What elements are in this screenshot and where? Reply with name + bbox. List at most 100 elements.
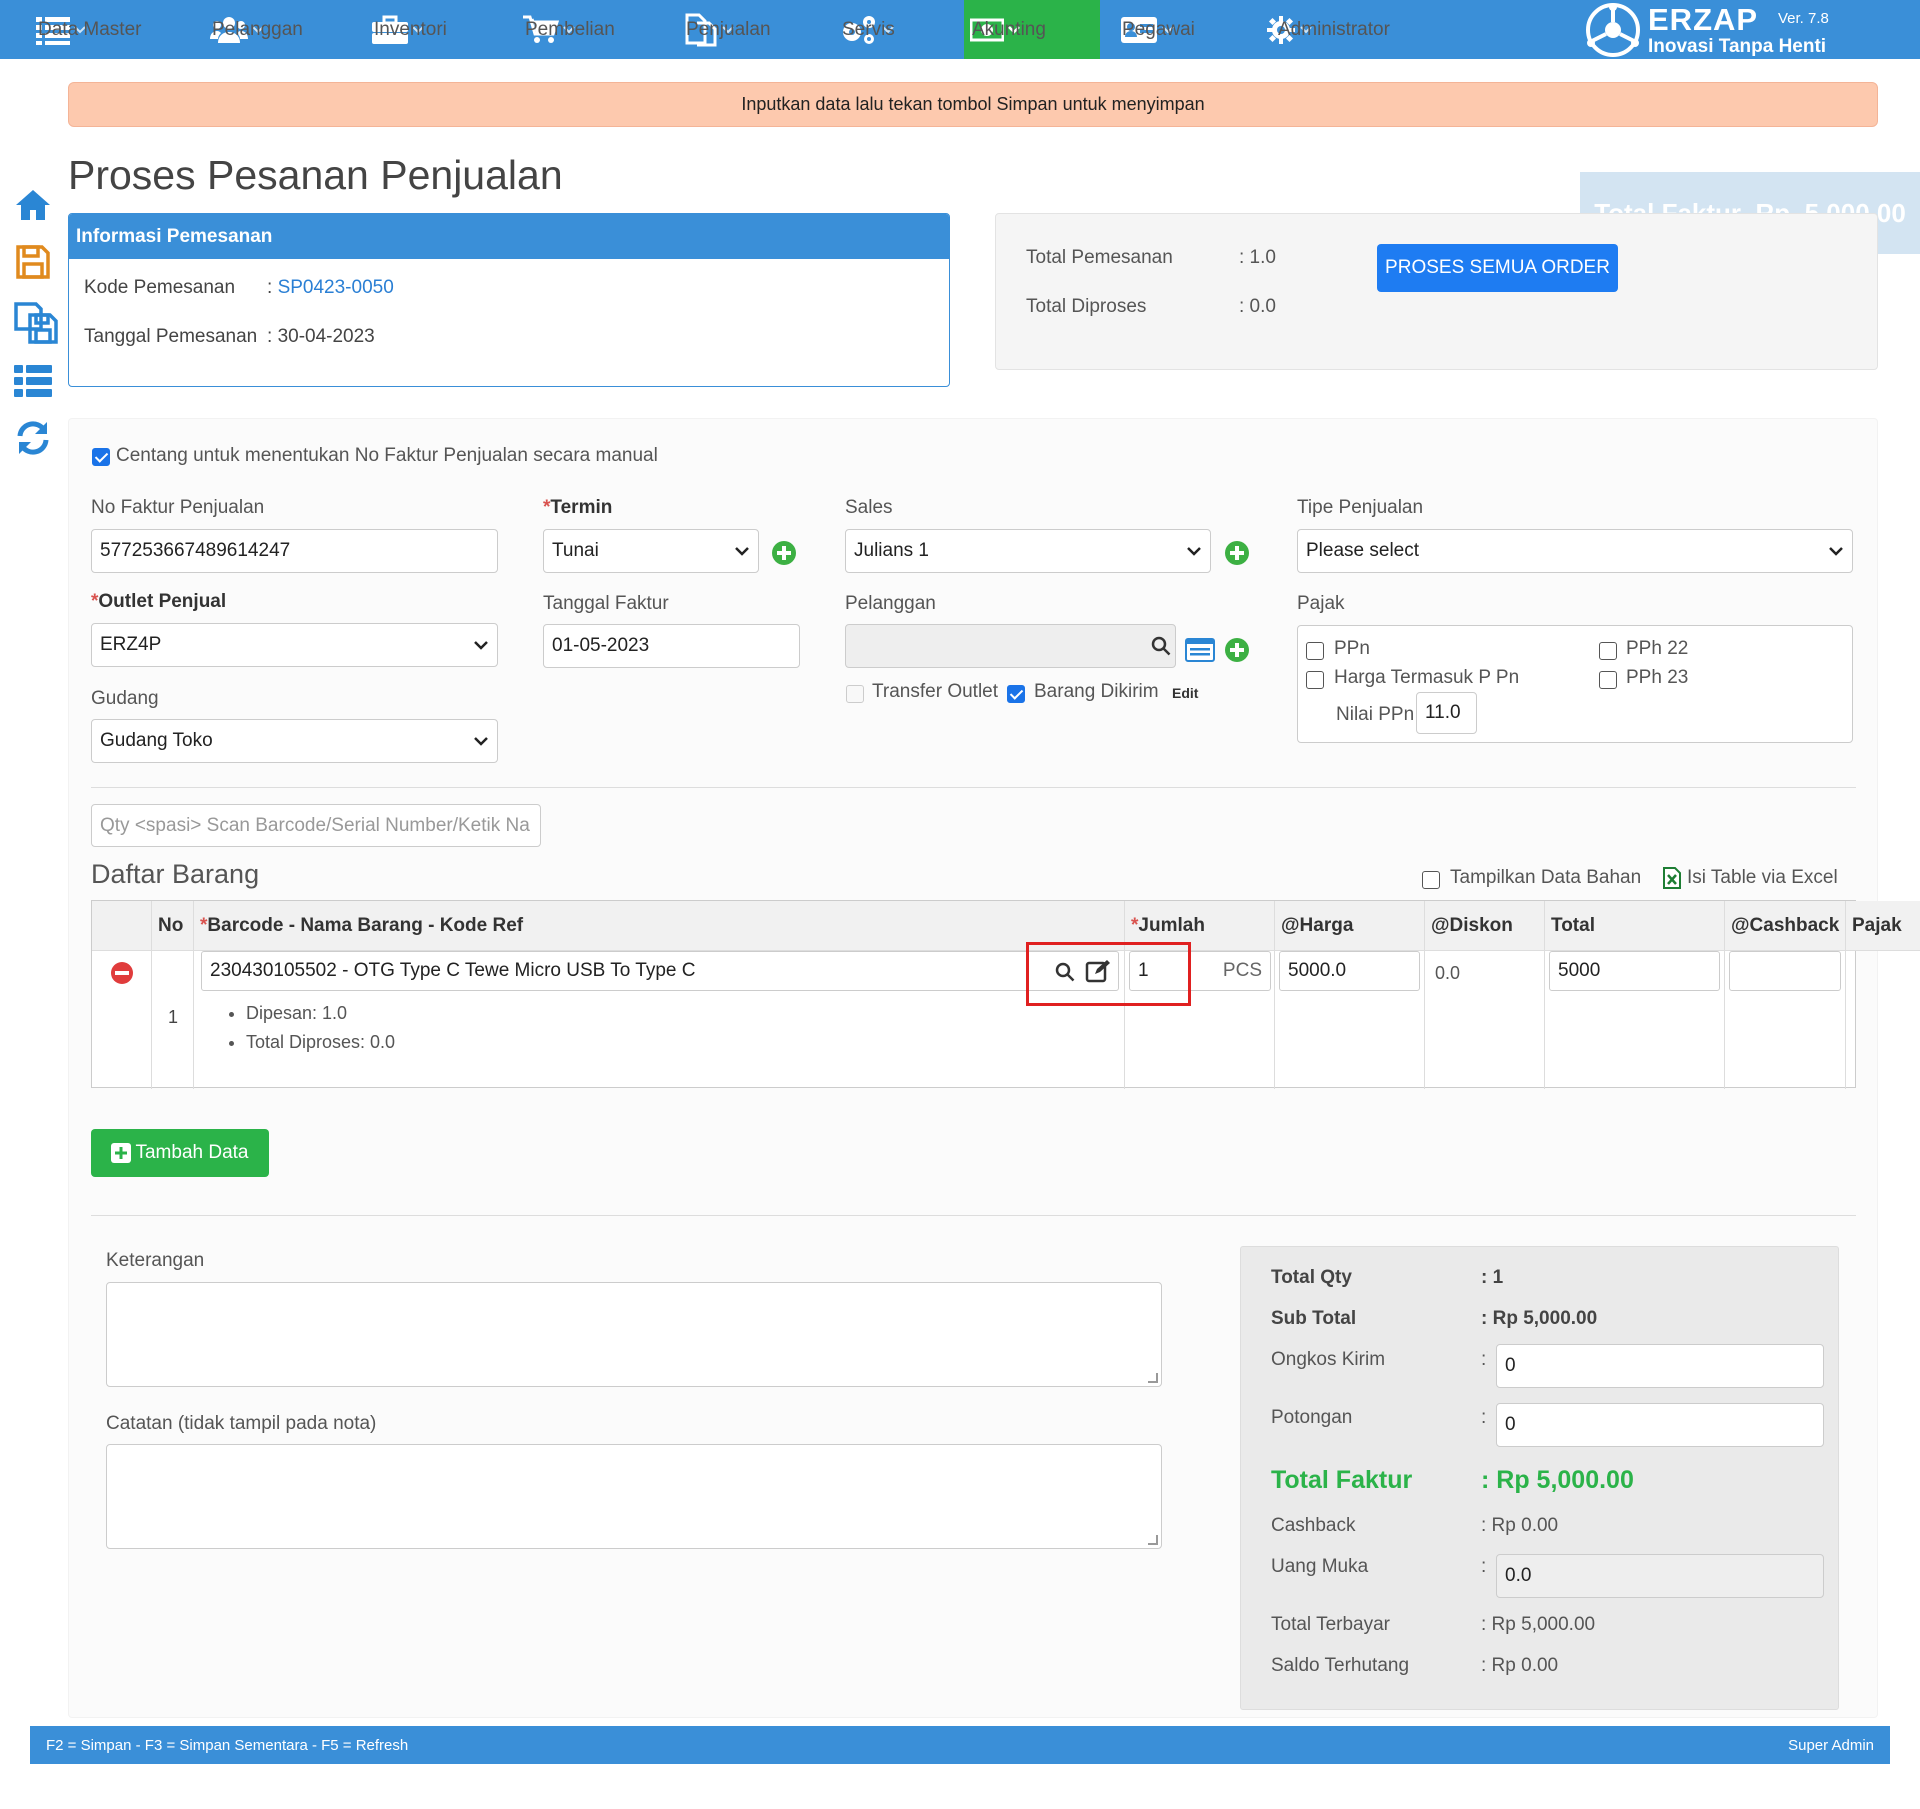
nav-label: Pembelian — [525, 18, 615, 40]
divider — [91, 787, 1856, 788]
nav-pelanggan[interactable]: Pelanggan — [210, 0, 303, 59]
daftar-barang-title: Daftar Barang — [91, 859, 260, 889]
scan-barcode-input[interactable]: Qty <spasi> Scan Barcode/Serial Number/K… — [91, 804, 541, 847]
nav-servis[interactable]: Servis — [840, 0, 895, 59]
sub-total-label: Sub Total — [1271, 1308, 1357, 1329]
tambah-data-label: Tambah Data — [135, 1142, 249, 1163]
customer-list-icon[interactable] — [1185, 638, 1215, 662]
save-icon[interactable] — [14, 243, 52, 281]
nav-data-master[interactable]: Data Master — [36, 0, 141, 59]
gudang-select[interactable]: Gudang Toko — [91, 719, 498, 763]
dipesan-item: Dipesan: 1.0 — [246, 999, 395, 1028]
col-divider — [1424, 901, 1425, 1089]
barang-dikirim-label: Barang Dikirim — [1034, 681, 1159, 702]
home-icon[interactable] — [14, 186, 52, 224]
tambah-data-button[interactable]: Tambah Data — [91, 1129, 269, 1177]
termin-select[interactable]: Tunai — [543, 529, 759, 573]
refresh-icon[interactable] — [14, 419, 52, 457]
pelanggan-input[interactable] — [845, 624, 1176, 668]
tipe-penjualan-value: Please select — [1306, 540, 1420, 561]
pph23-label: PPh 23 — [1626, 667, 1689, 688]
ongkos-kirim-input[interactable]: 0 — [1496, 1344, 1824, 1388]
tanggal-faktur-label: Tanggal Faktur — [543, 593, 669, 614]
remove-row-icon[interactable] — [110, 961, 134, 985]
save-draft-icon[interactable] — [14, 302, 60, 344]
nav-administrator[interactable]: Administrator — [1266, 0, 1390, 59]
keterangan-textarea[interactable] — [106, 1282, 1162, 1387]
total-diproses-value: : 0.0 — [1239, 296, 1276, 317]
col-divider — [151, 901, 152, 1089]
col-total: Total — [1545, 901, 1725, 951]
total-pemesanan-label: Total Pemesanan — [1026, 247, 1173, 268]
harga-termasuk-ppn-checkbox[interactable] — [1306, 671, 1324, 689]
uang-muka-label: Uang Muka — [1271, 1556, 1369, 1577]
potongan-input[interactable]: 0 — [1496, 1403, 1824, 1447]
footer-bar: F2 = Simpan - F3 = Simpan Sementara - F5… — [30, 1726, 1890, 1764]
transfer-outlet-checkbox[interactable] — [846, 685, 864, 703]
total-diproses-label: Total Diproses — [1026, 296, 1147, 317]
manual-faktur-checkbox[interactable] — [92, 448, 110, 466]
gudang-label: Gudang — [91, 688, 159, 709]
excel-icon[interactable] — [1662, 867, 1682, 889]
harga-input[interactable]: 5000.0 — [1279, 951, 1420, 991]
cashback-input[interactable] — [1729, 951, 1841, 991]
info-alert: Inputkan data lalu tekan tombol Simpan u… — [68, 82, 1878, 127]
total-qty-label: Total Qty — [1271, 1267, 1352, 1288]
nav-pegawai[interactable]: Pegawai — [1120, 0, 1195, 59]
nav-penjualan[interactable]: Penjualan — [684, 0, 771, 59]
pph22-checkbox[interactable] — [1599, 642, 1617, 660]
sales-select[interactable]: Julians 1 — [845, 529, 1211, 573]
tanggal-faktur-input[interactable]: 01-05-2023 — [543, 624, 800, 668]
highlight-box — [1026, 942, 1191, 1006]
tampilkan-bahan-checkbox[interactable] — [1422, 871, 1440, 889]
ppn-label: PPn — [1334, 638, 1370, 659]
tipe-penjualan-label: Tipe Penjualan — [1297, 497, 1424, 518]
add-termin-icon[interactable] — [771, 540, 797, 566]
col-divider — [1845, 901, 1846, 1089]
kode-pemesanan-link[interactable]: SP0423-0050 — [278, 277, 394, 298]
barang-input[interactable]: 230430105502 - OTG Type C Tewe Micro USB… — [201, 951, 1119, 991]
gudang-value: Gudang Toko — [100, 730, 213, 751]
tipe-penjualan-select[interactable]: Please select — [1297, 529, 1853, 573]
catatan-textarea[interactable] — [106, 1444, 1162, 1549]
manual-faktur-label: Centang untuk menentukan No Faktur Penju… — [116, 445, 658, 466]
kode-pemesanan-label: Kode Pemesanan — [84, 277, 236, 298]
uang-muka-input[interactable]: 0.0 — [1496, 1554, 1824, 1598]
pph23-checkbox[interactable] — [1599, 671, 1617, 689]
isi-excel-link[interactable]: Isi Table via Excel — [1687, 867, 1838, 889]
chevron-down-icon — [474, 641, 488, 650]
ppn-checkbox[interactable] — [1306, 642, 1324, 660]
nav-pembelian[interactable]: Pembelian — [523, 0, 615, 59]
add-pelanggan-icon[interactable] — [1224, 637, 1250, 663]
pajak-label: Pajak — [1297, 593, 1345, 614]
no-faktur-input[interactable]: 577253667489614247 — [91, 529, 498, 573]
brand[interactable]: ERZAP Ver. 7.8 Inovasi Tanpa Henti — [1584, 2, 1920, 58]
harga-termasuk-ppn-label: Harga Termasuk P Pn — [1334, 667, 1520, 688]
col-divider — [1544, 901, 1545, 1089]
catatan-label: Catatan (tidak tampil pada nota) — [106, 1413, 377, 1434]
outlet-label: *Outlet Penjual — [91, 591, 227, 612]
col-pajak: Pajak — [1846, 901, 1920, 951]
nav-inventori[interactable]: Inventori — [372, 0, 447, 59]
potongan-label: Potongan — [1271, 1407, 1353, 1428]
proses-semua-order-button[interactable]: PROSES SEMUA ORDER — [1377, 244, 1618, 292]
daftar-barang-table: No * Barcode - Nama Barang - Kode Ref * Ju… — [91, 900, 1920, 1089]
chevron-down-icon — [474, 737, 488, 746]
list-view-icon[interactable] — [14, 362, 52, 400]
nav-akunting[interactable]: Akunting — [964, 0, 1100, 59]
nav-label: Pegawai — [1122, 18, 1195, 40]
total-input[interactable]: 5000 — [1549, 951, 1720, 991]
nav-label: Data Master — [38, 18, 142, 40]
edit-link[interactable]: Edit — [1172, 685, 1198, 701]
add-sales-icon[interactable] — [1224, 540, 1250, 566]
chevron-down-icon — [735, 547, 749, 556]
outlet-select[interactable]: ERZ4P — [91, 623, 498, 667]
barang-dikirim-checkbox[interactable] — [1007, 685, 1025, 703]
nilai-ppn-input[interactable]: 11.0 — [1416, 692, 1477, 734]
col-divider — [1274, 901, 1275, 1089]
col-barang: * Barcode - Nama Barang - Kode Ref — [194, 901, 1125, 951]
col-no: No — [152, 901, 194, 951]
diskon-value: 0.0 — [1435, 963, 1461, 983]
col-harga: @Harga — [1275, 901, 1425, 951]
search-icon[interactable] — [1151, 636, 1171, 656]
